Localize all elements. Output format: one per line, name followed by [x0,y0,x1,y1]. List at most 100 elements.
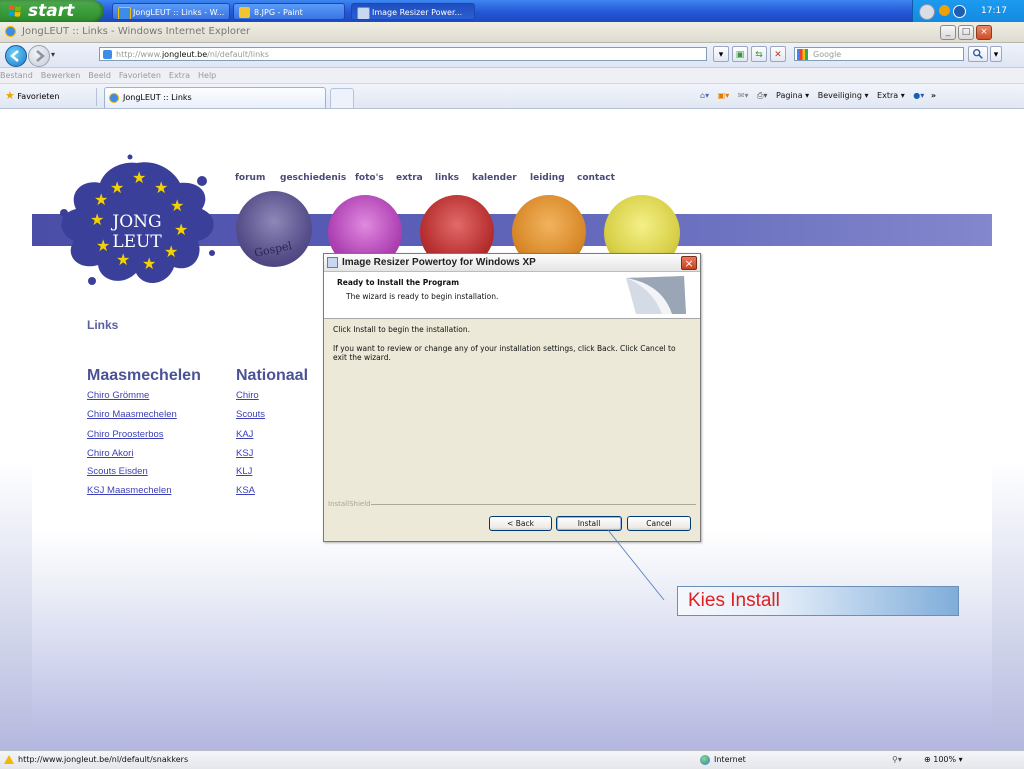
nav-contact[interactable]: contact [577,173,615,183]
taskbar-item-label: JongLEUT :: Links - W... [133,8,225,17]
nav-leiding[interactable]: leiding [530,173,565,183]
nav-links[interactable]: links [435,173,459,183]
search-options-button[interactable]: ▾ [990,46,1002,62]
tab-jongleut-links[interactable]: JongLEUT :: Links [104,87,326,108]
installer-icon [357,7,370,19]
logo-text-jong: JONG [110,212,161,232]
tools-menu[interactable]: Extra ▾ [877,91,905,100]
page-menu[interactable]: Pagina ▾ [776,91,809,100]
installer-icon [327,257,338,268]
chevron-more-icon[interactable]: » [931,91,936,100]
page-margin-left [0,109,32,750]
nav-forum[interactable]: forum [235,173,265,183]
menu-item[interactable]: Help [198,71,216,80]
link-chiro-akori[interactable]: Chiro Akori [87,448,133,459]
arrow-left-icon [10,50,19,62]
help-icon[interactable]: ●▾ [913,91,924,100]
star-icon: ★ [5,89,15,102]
search-input[interactable]: Google [794,47,964,61]
internet-zone-icon [700,755,710,765]
command-bar: ⌂▾ ▣▾ ✉▾ ⎙▾ Pagina ▾ Beveiliging ▾ Extra… [700,89,936,103]
refresh-icon[interactable]: ⇆ [751,46,767,62]
menu-item[interactable]: Extra [169,71,190,80]
back-button-dialog[interactable]: < Back [489,516,552,531]
stop-icon[interactable]: ✕ [770,46,786,62]
tray-shield-icon[interactable] [939,5,950,16]
back-button[interactable] [5,45,27,67]
link-ksj[interactable]: KSJ [236,448,253,459]
maximize-button[interactable]: □ [958,25,974,40]
mail-icon[interactable]: ✉▾ [738,91,749,100]
forward-button[interactable] [28,45,50,67]
search-placeholder: Google [813,50,842,59]
jongleut-logo[interactable]: ★ ★ ★ ★ ★ ★ ★ ★ ★ ★ ★ JONG LEUT [52,153,222,293]
zoom-level: 100% [933,755,957,764]
install-button[interactable]: Install [556,516,622,531]
menu-bar: Bestand Bewerken Beeld Favorieten Extra Help [0,68,1024,84]
clock: 17:17 [981,6,1007,16]
dialog-titlebar[interactable]: Image Resizer Powertoy for Windows XP [324,254,700,272]
tray-arrow-icon[interactable] [919,4,935,20]
link-chiro-gromme[interactable]: Chiro Grömme [87,390,149,401]
home-icon[interactable]: ⌂▾ [700,91,709,100]
windows-flag-icon [8,5,21,17]
logo-star: ★ [110,178,124,197]
status-url: http://www.jongleut.be/nl/default/snakke… [18,755,189,764]
search-icon [973,49,983,59]
taskbar-item-label: 8.JPG - Paint [254,8,303,17]
link-scouts-eisden[interactable]: Scouts Eisden [87,466,148,477]
nav-extra[interactable]: extra [396,173,423,183]
print-icon[interactable]: ⎙▾ [757,91,767,100]
link-kaj[interactable]: KAJ [236,429,253,440]
feeds-icon[interactable]: ▣▾ [718,91,730,100]
logo-star: ★ [94,190,108,209]
new-tab-button[interactable] [330,88,354,108]
window-titlebar: JongLEUT :: Links - Windows Internet Exp… [0,22,1024,43]
close-window-button[interactable]: × [976,25,992,40]
logo-star: ★ [174,220,188,239]
taskbar-item-paint[interactable]: 8.JPG - Paint [233,3,345,20]
minimize-button[interactable]: _ [940,25,956,40]
link-scouts[interactable]: Scouts [236,409,265,420]
menu-item[interactable]: Beeld [88,71,111,80]
ie-icon [5,26,16,37]
link-chiro-proosterbos[interactable]: Chiro Proosterbos [87,429,164,440]
compatibility-icon[interactable]: ▣ [732,46,748,62]
taskbar-item-installer[interactable]: Image Resizer Power... [351,3,475,20]
dialog-line1: Click Install to begin the installation. [333,325,470,334]
taskbar-item-ie[interactable]: JongLEUT :: Links - W... [112,3,230,20]
heading-nationaal: Nationaal [236,367,309,384]
menu-item[interactable]: Favorieten [119,71,161,80]
nav-fotos[interactable]: foto's [355,173,384,183]
installshield-brand: InstallShield [328,500,371,508]
gospel-label: Gospel [253,239,294,260]
zoom-control[interactable]: ⊕ 100% ▾ [924,751,963,769]
heading-maasmechelen: Maasmechelen [87,367,201,384]
menu-item[interactable]: Bestand [0,71,33,80]
nav-geschiedenis[interactable]: geschiedenis [280,173,346,183]
link-klj[interactable]: KLJ [236,466,252,477]
dialog-header: Ready to Install the Program The wizard … [324,272,700,319]
photo-circle-gospel[interactable]: Gospel [236,191,312,267]
link-chiro-maasmechelen[interactable]: Chiro Maasmechelen [87,409,177,420]
search-button[interactable] [968,46,988,62]
cancel-button[interactable]: Cancel [627,516,691,531]
link-ksa[interactable]: KSA [236,485,255,496]
link-chiro[interactable]: Chiro [236,390,259,401]
nav-kalender[interactable]: kalender [472,173,517,183]
address-input[interactable]: http://www.jongleut.be/nl/default/links [99,47,707,61]
dialog-close-button[interactable]: × [681,256,697,270]
protected-mode-icon[interactable]: ⚲▾ [892,751,902,769]
page-margin-right [992,109,1024,750]
link-ksj-maasmechelen[interactable]: KSJ Maasmechelen [87,485,171,496]
security-menu[interactable]: Beveiliging ▾ [818,91,869,100]
tray-network-icon[interactable] [953,5,966,18]
ie-icon [109,93,119,103]
menu-item[interactable]: Bewerken [41,71,81,80]
address-dropdown-button[interactable]: ▾ [713,46,729,62]
favorites-button[interactable]: ★ Favorieten [5,89,59,104]
logo-star: ★ [164,242,178,261]
page-background-gradient [32,529,992,750]
history-dropdown-icon[interactable]: ▾ [51,50,55,59]
start-button[interactable]: start [0,0,104,22]
